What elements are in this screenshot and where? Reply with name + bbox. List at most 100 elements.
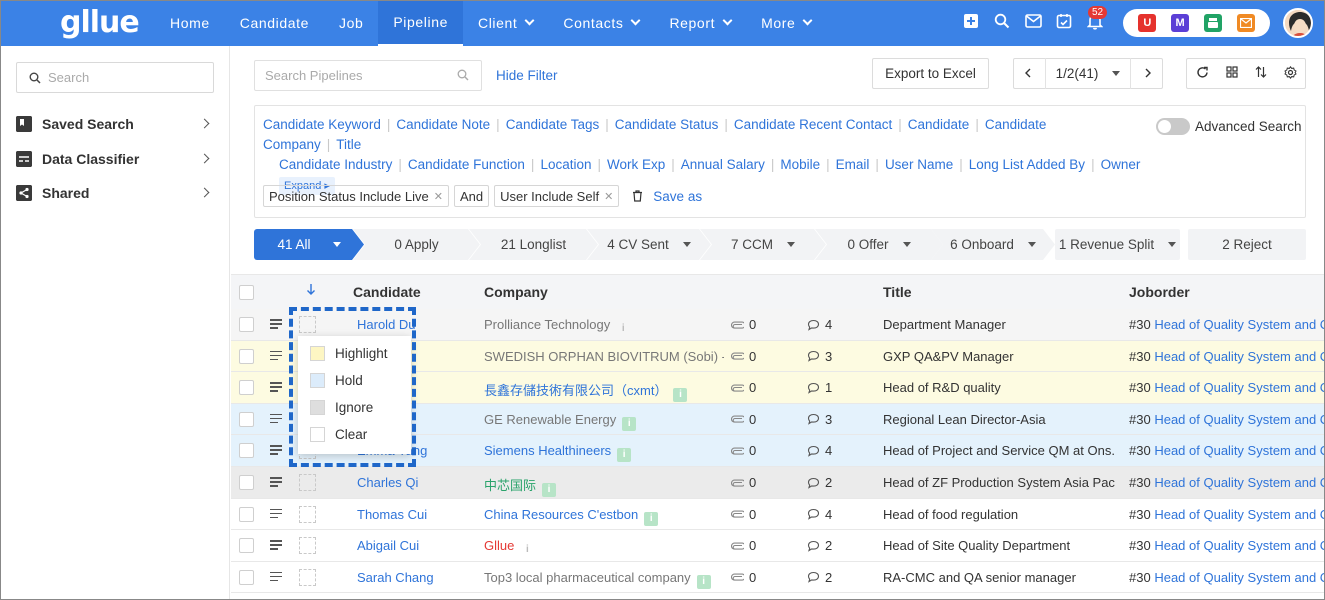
company-cell[interactable]: 中芯国际 i bbox=[484, 475, 724, 497]
comment-count[interactable]: 2 bbox=[807, 475, 832, 490]
joborder-link[interactable]: Head of Quality System and Co bbox=[1154, 475, 1325, 490]
column-header-title[interactable]: Title bbox=[883, 284, 912, 300]
row-mark-checkbox[interactable] bbox=[299, 568, 316, 586]
gllue-logo[interactable]: gllue bbox=[60, 5, 140, 40]
stage-tab-8[interactable]: 1 Revenue Split bbox=[1055, 229, 1180, 260]
attachment-count[interactable]: 0 bbox=[731, 570, 756, 585]
info-icon[interactable]: i bbox=[617, 448, 632, 463]
attachment-count[interactable]: 0 bbox=[731, 475, 756, 490]
row-checkbox[interactable] bbox=[239, 506, 254, 522]
nav-item-pipeline[interactable]: Pipeline bbox=[378, 0, 463, 46]
nav-item-job[interactable]: Job bbox=[324, 0, 378, 46]
candidate-name-link[interactable]: Charles Qi bbox=[357, 475, 477, 490]
app-icon-4[interactable] bbox=[1236, 14, 1255, 32]
joborder-link[interactable]: Head of Quality System and Co bbox=[1154, 349, 1325, 364]
info-icon[interactable]: i bbox=[622, 416, 637, 431]
nav-item-more[interactable]: More bbox=[746, 0, 826, 46]
stage-tab-6[interactable]: 0 Offer bbox=[815, 229, 943, 260]
comment-count[interactable]: 4 bbox=[807, 317, 832, 332]
filter-field-link[interactable]: Owner bbox=[1101, 157, 1141, 172]
attachment-count[interactable]: 0 bbox=[731, 349, 756, 364]
info-icon[interactable]: i bbox=[644, 511, 659, 526]
app-icon-1[interactable]: U bbox=[1138, 14, 1157, 32]
attachment-count[interactable]: 0 bbox=[731, 412, 756, 427]
comment-count[interactable]: 3 bbox=[807, 349, 832, 364]
row-checkbox[interactable] bbox=[239, 475, 254, 490]
save-as-button[interactable]: Save as bbox=[632, 189, 702, 204]
filter-field-link[interactable]: Annual Salary bbox=[681, 157, 765, 172]
company-cell[interactable]: 長鑫存儲技術有限公司（cxmt） i bbox=[484, 380, 724, 403]
comment-count[interactable]: 4 bbox=[807, 507, 832, 522]
export-excel-button[interactable]: Export to Excel bbox=[872, 58, 989, 89]
comment-count[interactable]: 3 bbox=[807, 412, 832, 427]
row-menu-icon[interactable] bbox=[270, 413, 282, 424]
filter-field-link[interactable]: Email bbox=[836, 157, 870, 172]
table-row[interactable]: Charles Qi 中芯国际 i 0 2 Head of ZF Production S… bbox=[231, 467, 1325, 499]
sidebar-item-shared[interactable]: Shared bbox=[16, 182, 214, 204]
candidate-name-link[interactable]: Thomas Cui bbox=[357, 507, 477, 522]
column-header-candidate[interactable]: Candidate bbox=[353, 284, 421, 300]
settings-icon[interactable] bbox=[1283, 65, 1297, 82]
page-select[interactable]: 1/2(41) bbox=[1044, 58, 1132, 89]
attachment-count[interactable]: 0 bbox=[731, 380, 756, 395]
mark-option-highlight[interactable]: Highlight bbox=[310, 346, 388, 361]
row-mark-checkbox[interactable] bbox=[299, 505, 316, 523]
mark-option-ignore[interactable]: Ignore bbox=[310, 400, 373, 415]
filter-field-link[interactable]: Candidate Function bbox=[408, 157, 525, 172]
app-icon-2[interactable]: M bbox=[1171, 14, 1190, 32]
info-icon[interactable]: i bbox=[520, 543, 534, 557]
column-header-joborder[interactable]: Joborder bbox=[1129, 284, 1190, 300]
joborder-link[interactable]: Head of Quality System and Co bbox=[1154, 570, 1325, 585]
row-checkbox[interactable] bbox=[239, 443, 254, 459]
stage-tab-4[interactable]: 4 CV Sent bbox=[587, 229, 711, 260]
refresh-icon[interactable] bbox=[1196, 66, 1209, 82]
attachment-count[interactable]: 0 bbox=[731, 538, 756, 553]
attachment-count[interactable]: 0 bbox=[731, 507, 756, 522]
nav-item-candidate[interactable]: Candidate bbox=[225, 0, 324, 46]
pipeline-search-input[interactable]: Search Pipelines bbox=[254, 60, 482, 91]
trash-icon[interactable] bbox=[632, 190, 643, 202]
filter-field-link[interactable]: Title bbox=[336, 137, 361, 152]
joborder-link[interactable]: Head of Quality System and Co bbox=[1154, 538, 1325, 553]
comment-count[interactable]: 1 bbox=[807, 380, 832, 395]
row-checkbox[interactable] bbox=[239, 348, 254, 364]
sidebar-item-data-classifier[interactable]: Data Classifier bbox=[16, 148, 214, 170]
prev-page-button[interactable] bbox=[1024, 66, 1032, 81]
candidate-name-link[interactable]: Sarah Chang bbox=[357, 570, 477, 585]
filter-chip-position-status[interactable]: Position Status Include Live ✕ bbox=[263, 185, 449, 207]
mark-option-hold[interactable]: Hold bbox=[310, 373, 363, 388]
row-checkbox[interactable] bbox=[239, 380, 254, 396]
stage-tab-3[interactable]: 21 Longlist bbox=[469, 229, 598, 260]
row-menu-icon[interactable] bbox=[270, 571, 282, 582]
info-icon[interactable]: i bbox=[542, 483, 557, 497]
table-row[interactable]: Thomas Cui China Resources C'estbon i 0 4 Hea… bbox=[231, 498, 1325, 531]
candidate-name-link[interactable]: Abigail Cui bbox=[357, 538, 477, 553]
filter-field-link[interactable]: Candidate Industry bbox=[279, 157, 392, 172]
row-checkbox[interactable] bbox=[239, 538, 254, 554]
row-menu-icon[interactable] bbox=[270, 350, 282, 361]
mail-icon[interactable] bbox=[1024, 12, 1042, 30]
row-mark-checkbox[interactable] bbox=[299, 537, 316, 555]
filter-field-link[interactable]: Candidate Keyword bbox=[263, 117, 381, 132]
next-page-button[interactable] bbox=[1144, 66, 1152, 81]
comment-count[interactable]: 2 bbox=[807, 538, 832, 553]
info-icon[interactable]: i bbox=[616, 322, 630, 336]
row-menu-icon[interactable] bbox=[270, 445, 282, 455]
candidate-name-link[interactable]: Harold Du bbox=[357, 317, 477, 332]
row-menu-icon[interactable] bbox=[270, 382, 282, 392]
filter-field-link[interactable]: Location bbox=[540, 157, 591, 172]
joborder-link[interactable]: Head of Quality System and Co bbox=[1154, 317, 1325, 332]
table-row[interactable]: Abigail Cui Gllue i 0 2 Head of Site Quality … bbox=[231, 530, 1325, 562]
joborder-link[interactable]: Head of Quality System and Co bbox=[1154, 412, 1325, 427]
arrow-down-icon[interactable] bbox=[306, 283, 316, 299]
close-icon[interactable]: ✕ bbox=[604, 190, 613, 203]
filter-field-link[interactable]: Candidate Recent Contact bbox=[734, 117, 892, 132]
sort-icon[interactable] bbox=[1255, 66, 1267, 81]
row-checkbox[interactable] bbox=[239, 317, 254, 332]
table-row[interactable]: Sarah Chang Top3 local pharmaceutical com… bbox=[231, 561, 1325, 594]
filter-field-link[interactable]: User Name bbox=[885, 157, 953, 172]
row-checkbox[interactable] bbox=[239, 569, 254, 585]
stage-tab-1[interactable]: 41 All bbox=[254, 229, 364, 260]
row-checkbox[interactable] bbox=[239, 411, 254, 427]
filter-field-link[interactable]: Candidate Status bbox=[615, 117, 719, 132]
